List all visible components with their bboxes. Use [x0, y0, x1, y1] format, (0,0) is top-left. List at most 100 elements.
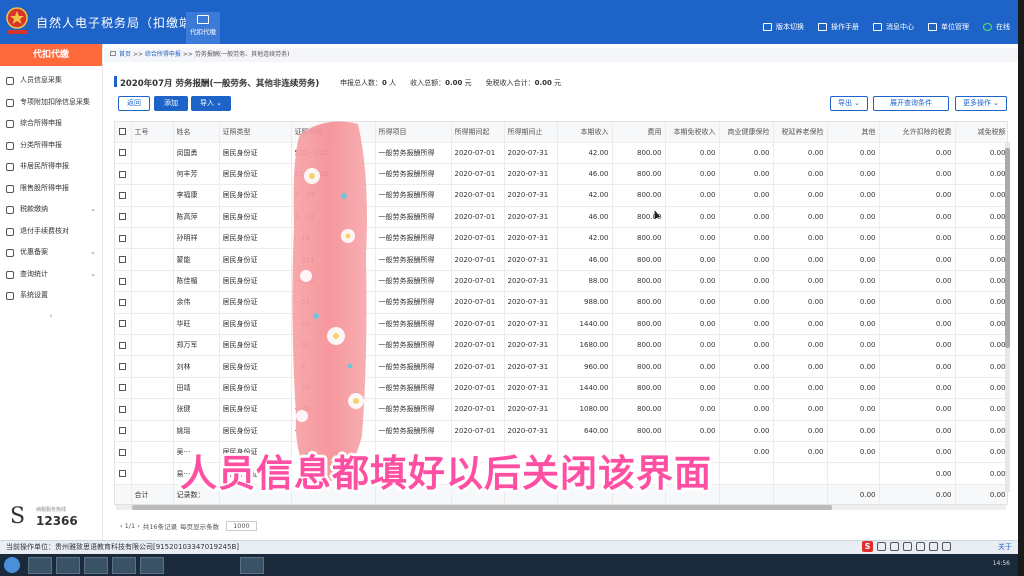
row-checkbox[interactable]	[119, 470, 127, 478]
ime-shirt-icon[interactable]	[929, 542, 938, 551]
more-actions-button[interactable]: 更多操作 ⌄	[955, 96, 1007, 111]
sidebar-item-special-deduction[interactable]: 专项附加扣除信息采集	[0, 92, 102, 114]
row-checkbox-cell[interactable]	[115, 377, 132, 400]
row-checkbox-cell[interactable]	[115, 248, 132, 271]
table-row[interactable]: 张健居民身份证···36一般劳务报酬所得2020-07-012020-07-31…	[115, 398, 1007, 421]
back-button[interactable]: 返回	[118, 96, 150, 111]
row-checkbox[interactable]	[119, 256, 127, 264]
top-menu-messages[interactable]: 消息中心	[873, 22, 914, 32]
module-tab-withholding[interactable]: 代扣代缴	[186, 12, 220, 44]
sidebar-item-restricted-stock[interactable]: 限售股所得申报	[0, 178, 102, 200]
sidebar-item-preferential-filing[interactable]: 优惠备案 ⌄	[0, 242, 102, 264]
row-checkbox-cell[interactable]	[115, 398, 132, 421]
taskbar-app-5[interactable]	[140, 557, 164, 574]
breadcrumb-comprehensive[interactable]: 综合所得申报	[145, 51, 181, 58]
horizontal-scrollbar[interactable]	[116, 505, 1006, 510]
table-cell: 2020-07-31	[504, 142, 558, 164]
sogou-ime-icon[interactable]: S	[862, 541, 873, 552]
row-checkbox[interactable]	[119, 405, 127, 413]
row-checkbox-cell[interactable]	[115, 462, 132, 485]
sidebar-item-system-settings[interactable]: 系统设置	[0, 285, 102, 307]
add-button[interactable]: 添加	[154, 96, 188, 111]
table-row[interactable]: 余伟居民身份证···54一般劳务报酬所得2020-07-012020-07-31…	[115, 291, 1007, 314]
table-row[interactable]: 蒙能居民身份证···321一般劳务报酬所得2020-07-012020-07-3…	[115, 248, 1007, 271]
row-checkbox[interactable]	[119, 149, 127, 157]
ime-keyboard-icon[interactable]	[916, 542, 925, 551]
row-checkbox-cell[interactable]	[115, 441, 132, 464]
taskbar-app-4[interactable]	[112, 557, 136, 574]
row-checkbox-cell[interactable]	[115, 184, 132, 207]
row-checkbox[interactable]	[119, 427, 127, 435]
row-checkbox[interactable]	[119, 234, 127, 242]
total-cell: 合计	[131, 484, 174, 504]
sidebar-item-classified-income[interactable]: 分类所得申报	[0, 135, 102, 157]
row-checkbox-cell[interactable]	[115, 334, 132, 357]
row-checkbox[interactable]	[119, 298, 127, 306]
table-row[interactable]: 何丰芳居民身份证522···520一般劳务报酬所得2020-07-012020-…	[115, 163, 1007, 186]
table-cell: 一般劳务报酬所得	[375, 206, 452, 229]
ime-grid-icon[interactable]	[942, 542, 951, 551]
expand-query-button[interactable]: 展开查询条件	[873, 96, 949, 111]
row-checkbox[interactable]	[119, 341, 127, 349]
row-checkbox[interactable]	[119, 320, 127, 328]
ime-moon-icon[interactable]	[877, 542, 886, 551]
row-checkbox-cell[interactable]	[115, 313, 132, 336]
top-menu-online[interactable]: 在线	[983, 22, 1010, 32]
table-cell: 800.00	[612, 398, 666, 421]
start-button[interactable]	[4, 557, 20, 573]
row-checkbox-cell[interactable]	[115, 420, 132, 442]
top-menu-version-switch[interactable]: 版本切换	[763, 22, 804, 32]
vertical-scroll-thumb[interactable]	[1005, 148, 1010, 348]
row-checkbox[interactable]	[119, 384, 127, 392]
taskbar-app-1[interactable]	[28, 557, 52, 574]
row-checkbox[interactable]	[119, 277, 127, 285]
table-row[interactable]: 李福康居民身份证5···39一般劳务报酬所得2020-07-012020-07-…	[115, 184, 1007, 207]
row-checkbox-cell[interactable]	[115, 163, 132, 186]
table-row[interactable]: 陈高萍居民身份证5···52一般劳务报酬所得2020-07-012020-07-…	[115, 206, 1007, 229]
row-checkbox[interactable]	[119, 213, 127, 221]
row-checkbox-cell[interactable]	[115, 355, 132, 378]
table-row[interactable]: 刘林居民身份证···X一般劳务报酬所得2020-07-012020-07-319…	[115, 355, 1007, 378]
table-cell: 0.00	[827, 270, 880, 293]
about-link[interactable]: 关于	[998, 541, 1012, 554]
ime-mic-icon[interactable]	[903, 542, 912, 551]
sidebar-item-query-stats[interactable]: 查询统计 ⌄	[0, 264, 102, 286]
taskbar-app-2[interactable]	[56, 557, 80, 574]
taskbar-app-3[interactable]	[84, 557, 108, 574]
select-all-checkbox-cell[interactable]	[115, 122, 132, 143]
table-row[interactable]: 田靖居民身份证···35一般劳务报酬所得2020-07-012020-07-31…	[115, 377, 1007, 400]
table-row[interactable]: 陈佳楣居民身份证···210一般劳务报酬所得2020-07-012020-07-…	[115, 270, 1007, 293]
table-row[interactable]: 华旺居民身份证···26一般劳务报酬所得2020-07-012020-07-31…	[115, 313, 1007, 336]
select-all-checkbox[interactable]	[119, 128, 127, 136]
table-row[interactable]: 孙明祥居民身份证···16一般劳务报酬所得2020-07-012020-07-3…	[115, 227, 1007, 250]
sidebar-item-nonresident-income[interactable]: 非居民所得申报	[0, 156, 102, 178]
row-checkbox-cell[interactable]	[115, 291, 132, 314]
row-checkbox[interactable]	[119, 191, 127, 199]
top-menu-unit-management[interactable]: 单位管理	[928, 22, 969, 32]
export-button[interactable]: 导出 ⌄	[830, 96, 868, 111]
sidebar-item-comprehensive-income[interactable]: 综合所得申报	[0, 113, 102, 135]
row-checkbox[interactable]	[119, 363, 127, 371]
table-row[interactable]: 姚瑶居民身份证···一般劳务报酬所得2020-07-012020-07-3164…	[115, 420, 1007, 442]
row-checkbox[interactable]	[119, 448, 127, 456]
pager-per-page-select[interactable]: 1000	[226, 521, 257, 531]
pager-nav[interactable]: ‹ 1/1 ›	[120, 522, 140, 530]
taskbar-app-6[interactable]	[240, 557, 264, 574]
row-checkbox-cell[interactable]	[115, 270, 132, 293]
table-row[interactable]: 闵国勇居民身份证522···112一般劳务报酬所得2020-07-012020-…	[115, 142, 1007, 164]
sidebar-collapse-button[interactable]: ‹	[0, 311, 102, 320]
row-checkbox[interactable]	[119, 170, 127, 178]
ime-dot-icon[interactable]	[890, 542, 899, 551]
sidebar-item-tax-payment[interactable]: 税款缴纳 ⌄	[0, 199, 102, 221]
sidebar-item-fee-refund[interactable]: 退付手续费核对	[0, 221, 102, 243]
table-row[interactable]: 郑万军居民身份证···91一般劳务报酬所得2020-07-012020-07-3…	[115, 334, 1007, 357]
row-checkbox-cell[interactable]	[115, 227, 132, 250]
sidebar-item-personnel-info[interactable]: 人员信息采集	[0, 70, 102, 92]
row-checkbox-cell[interactable]	[115, 142, 132, 164]
row-checkbox-cell[interactable]	[115, 206, 132, 229]
horizontal-scroll-thumb[interactable]	[132, 505, 832, 510]
top-menu-manual[interactable]: 操作手册	[818, 22, 859, 32]
breadcrumb-home[interactable]: 首页	[119, 51, 131, 58]
vertical-scrollbar[interactable]	[1005, 142, 1010, 492]
import-button[interactable]: 导入 ⌄	[191, 96, 231, 111]
